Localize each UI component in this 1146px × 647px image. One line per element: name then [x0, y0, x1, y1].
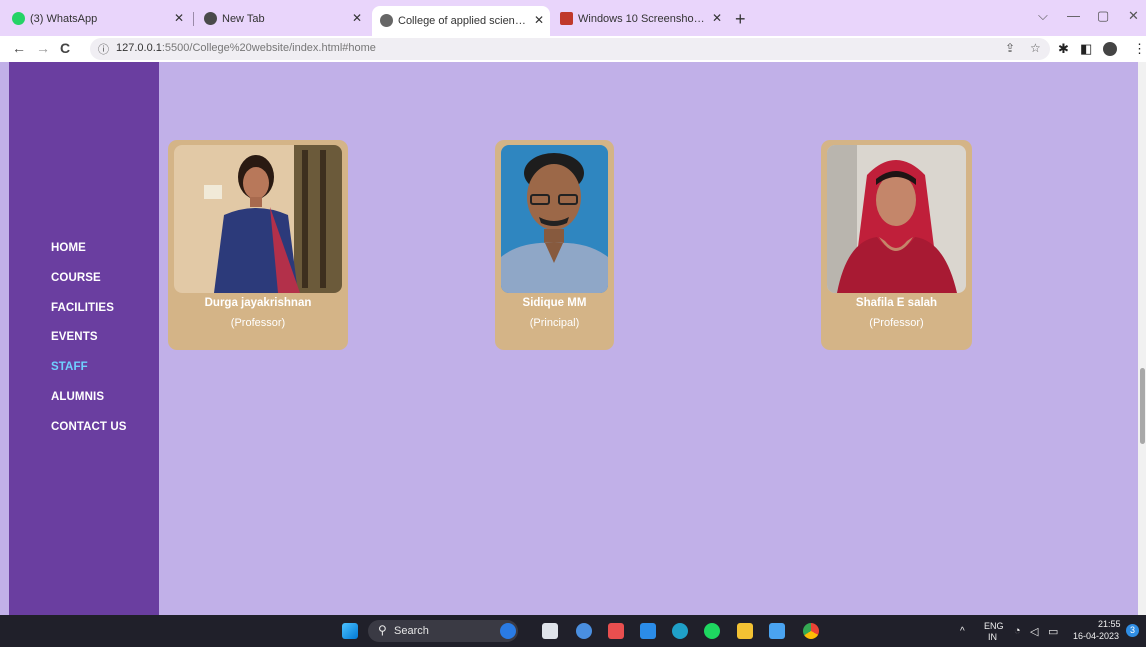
- language-top[interactable]: ENG: [984, 621, 1004, 631]
- url-host: 127.0.0.1: [116, 42, 162, 54]
- sidebar-item-course[interactable]: COURSE: [51, 272, 127, 302]
- file-explorer-icon[interactable]: [737, 623, 753, 639]
- chrome-icon: [204, 12, 217, 25]
- staff-name: Sidique MM: [522, 297, 587, 309]
- tab-screenshots-folder[interactable]: Windows 10 Screenshots Folder | ✕: [552, 7, 728, 31]
- sidebar-item-contact-us[interactable]: CONTACT US: [51, 421, 127, 451]
- page-viewport: HOME COURSE FACILITIES EVENTS STAFF ALUM…: [0, 62, 1146, 615]
- volume-icon[interactable]: ◁: [1030, 625, 1038, 638]
- new-tab-button[interactable]: +: [735, 9, 746, 30]
- taskbar-search-label: Search: [394, 625, 429, 637]
- site-favicon-icon: [560, 12, 573, 25]
- tab-separator: [193, 12, 194, 26]
- clock-time[interactable]: 21:55: [1098, 619, 1121, 629]
- sidebar: HOME COURSE FACILITIES EVENTS STAFF ALUM…: [9, 62, 159, 615]
- close-tab-icon[interactable]: ✕: [534, 13, 544, 27]
- task-view-icon[interactable]: [542, 623, 558, 639]
- scrollbar-thumb[interactable]: [1140, 368, 1145, 444]
- windows-start-icon[interactable]: [342, 623, 358, 639]
- staff-name: Durga jayakrishnan: [204, 297, 312, 309]
- profile-avatar-icon[interactable]: [1103, 42, 1117, 56]
- staff-card: Sidique MM (Principal): [495, 140, 614, 350]
- staff-role: (Principal): [529, 317, 580, 329]
- sidebar-menu: HOME COURSE FACILITIES EVENTS STAFF ALUM…: [51, 242, 127, 451]
- language-bottom[interactable]: IN: [988, 632, 997, 642]
- extensions-puzzle-icon[interactable]: ✱: [1058, 41, 1069, 57]
- notification-badge[interactable]: 3: [1126, 624, 1139, 637]
- staff-name: Shafila E salah: [855, 297, 938, 309]
- tab-label: Windows 10 Screenshots Folder |: [578, 13, 706, 25]
- address-bar[interactable]: ⓘ 127.0.0.1:5500/College%20website/index…: [90, 38, 1050, 60]
- forward-arrow-icon[interactable]: →: [36, 40, 50, 56]
- widgets-icon[interactable]: [576, 623, 592, 639]
- search-icon: ⚲: [378, 623, 387, 637]
- staff-photo: [174, 145, 342, 293]
- notepad-icon[interactable]: [769, 623, 785, 639]
- minimize-button[interactable]: —: [1067, 8, 1080, 23]
- tab-label: New Tab: [222, 13, 265, 25]
- restore-button[interactable]: ▢: [1097, 8, 1109, 24]
- reload-icon[interactable]: C: [60, 40, 70, 56]
- url-path: :5500/College%20website/index.html#home: [161, 42, 376, 54]
- side-panel-icon[interactable]: ◧: [1080, 41, 1092, 57]
- sidebar-item-facilities[interactable]: FACILITIES: [51, 302, 127, 332]
- tab-search-chevron-icon[interactable]: ⌵: [1038, 8, 1048, 24]
- whatsapp-icon: [12, 12, 25, 25]
- windows-taskbar: ⚲ Search ^ ENG IN ◔ ◁ ▭ 21:55 16-04-2023…: [0, 615, 1146, 647]
- tab-college-site[interactable]: College of applied science,Kuzha ✕: [372, 6, 550, 36]
- taskbar-search-box[interactable]: ⚲ Search: [368, 620, 518, 642]
- bookmark-star-icon[interactable]: ☆: [1030, 41, 1041, 55]
- sidebar-item-home[interactable]: HOME: [51, 242, 127, 272]
- browser-toolbar: ← → C ⓘ 127.0.0.1:5500/College%20website…: [0, 36, 1146, 62]
- close-tab-icon[interactable]: ✕: [352, 11, 362, 25]
- close-tab-icon[interactable]: ✕: [712, 11, 722, 25]
- tab-whatsapp[interactable]: (3) WhatsApp ✕: [4, 7, 190, 31]
- scrollbar-track[interactable]: [1138, 62, 1146, 615]
- wifi-icon[interactable]: ◔: [1014, 625, 1021, 637]
- staff-role: (Professor): [230, 317, 286, 329]
- browser-tab-strip: (3) WhatsApp ✕ New Tab ✕ College of appl…: [0, 0, 1146, 36]
- back-arrow-icon[interactable]: ←: [12, 40, 26, 56]
- staff-photo: [827, 145, 966, 293]
- sidebar-item-events[interactable]: EVENTS: [51, 331, 127, 361]
- tab-label: College of applied science,Kuzha: [398, 15, 526, 27]
- battery-icon[interactable]: ▭: [1048, 625, 1058, 638]
- globe-icon: [380, 14, 393, 27]
- sidebar-item-alumnis[interactable]: ALUMNIS: [51, 391, 127, 421]
- tab-label: (3) WhatsApp: [30, 13, 98, 25]
- staff-card: Shafila E salah (Professor): [821, 140, 972, 350]
- vscode-icon[interactable]: [640, 623, 656, 639]
- url-text: 127.0.0.1:5500/College%20website/index.h…: [116, 42, 376, 54]
- tab-new-tab[interactable]: New Tab ✕: [196, 7, 368, 31]
- sidebar-item-staff[interactable]: STAFF: [51, 361, 127, 391]
- share-icon[interactable]: ⇪: [1005, 41, 1015, 55]
- bing-icon: [500, 623, 516, 639]
- chrome-taskbar-icon[interactable]: [803, 623, 819, 639]
- staff-card: Durga jayakrishnan (Professor): [168, 140, 348, 350]
- clock-date[interactable]: 16-04-2023: [1073, 631, 1119, 641]
- close-tab-icon[interactable]: ✕: [174, 11, 184, 25]
- tray-overflow-chevron-icon[interactable]: ^: [960, 626, 965, 637]
- kebab-menu-icon[interactable]: ⋮: [1133, 41, 1146, 57]
- figma-icon[interactable]: [608, 623, 624, 639]
- staff-role: (Professor): [869, 317, 924, 329]
- edge-icon[interactable]: [672, 623, 688, 639]
- spotify-icon[interactable]: [704, 623, 720, 639]
- site-info-icon[interactable]: ⓘ: [98, 41, 109, 57]
- close-window-button[interactable]: ✕: [1128, 8, 1139, 24]
- staff-photo: [501, 145, 608, 293]
